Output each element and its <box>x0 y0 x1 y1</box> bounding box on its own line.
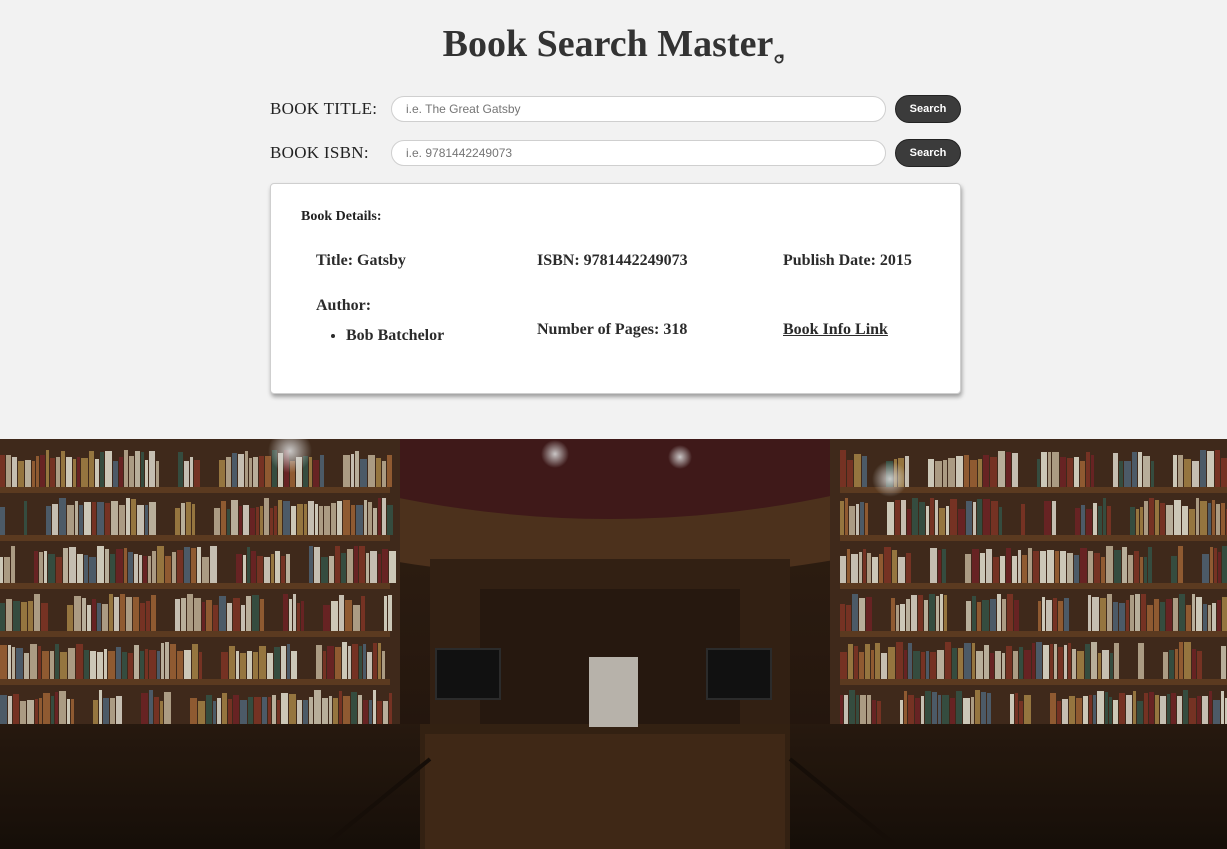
book-isbn-input[interactable] <box>391 140 886 166</box>
title-search-row: BOOK TITLE: Search <box>270 95 961 125</box>
book-info-link[interactable]: Book Info Link <box>783 321 888 339</box>
book-title-value: Title: Gatsby <box>316 252 406 269</box>
publish-date-value: Publish Date: 2015 <box>783 252 912 269</box>
author-item: Bob Batchelor <box>346 327 444 345</box>
author-list: Bob Batchelor <box>316 327 444 345</box>
isbn-search-row: BOOK ISBN: Search <box>270 139 961 169</box>
book-title-input[interactable] <box>391 96 886 122</box>
library-background-image <box>0 439 1227 849</box>
library-illustration <box>0 439 1227 849</box>
book-logo-icon <box>774 30 784 64</box>
author-label: Author: <box>316 297 372 314</box>
isbn-search-button[interactable]: Search <box>895 139 961 167</box>
book-details-heading: Book Details: <box>301 209 382 224</box>
page-title-text: Book Search Master <box>442 23 774 65</box>
book-details-card: Book Details: Title: Gatsby ISBN: 978144… <box>270 183 961 394</box>
book-title-label: BOOK TITLE: <box>270 99 378 118</box>
book-isbn-label: BOOK ISBN: <box>270 143 369 162</box>
page-title: Book Search Master <box>0 22 1227 66</box>
title-search-button[interactable]: Search <box>895 95 961 123</box>
page-count-value: Number of Pages: 318 <box>537 321 688 338</box>
book-isbn-value: ISBN: 9781442249073 <box>537 252 688 269</box>
